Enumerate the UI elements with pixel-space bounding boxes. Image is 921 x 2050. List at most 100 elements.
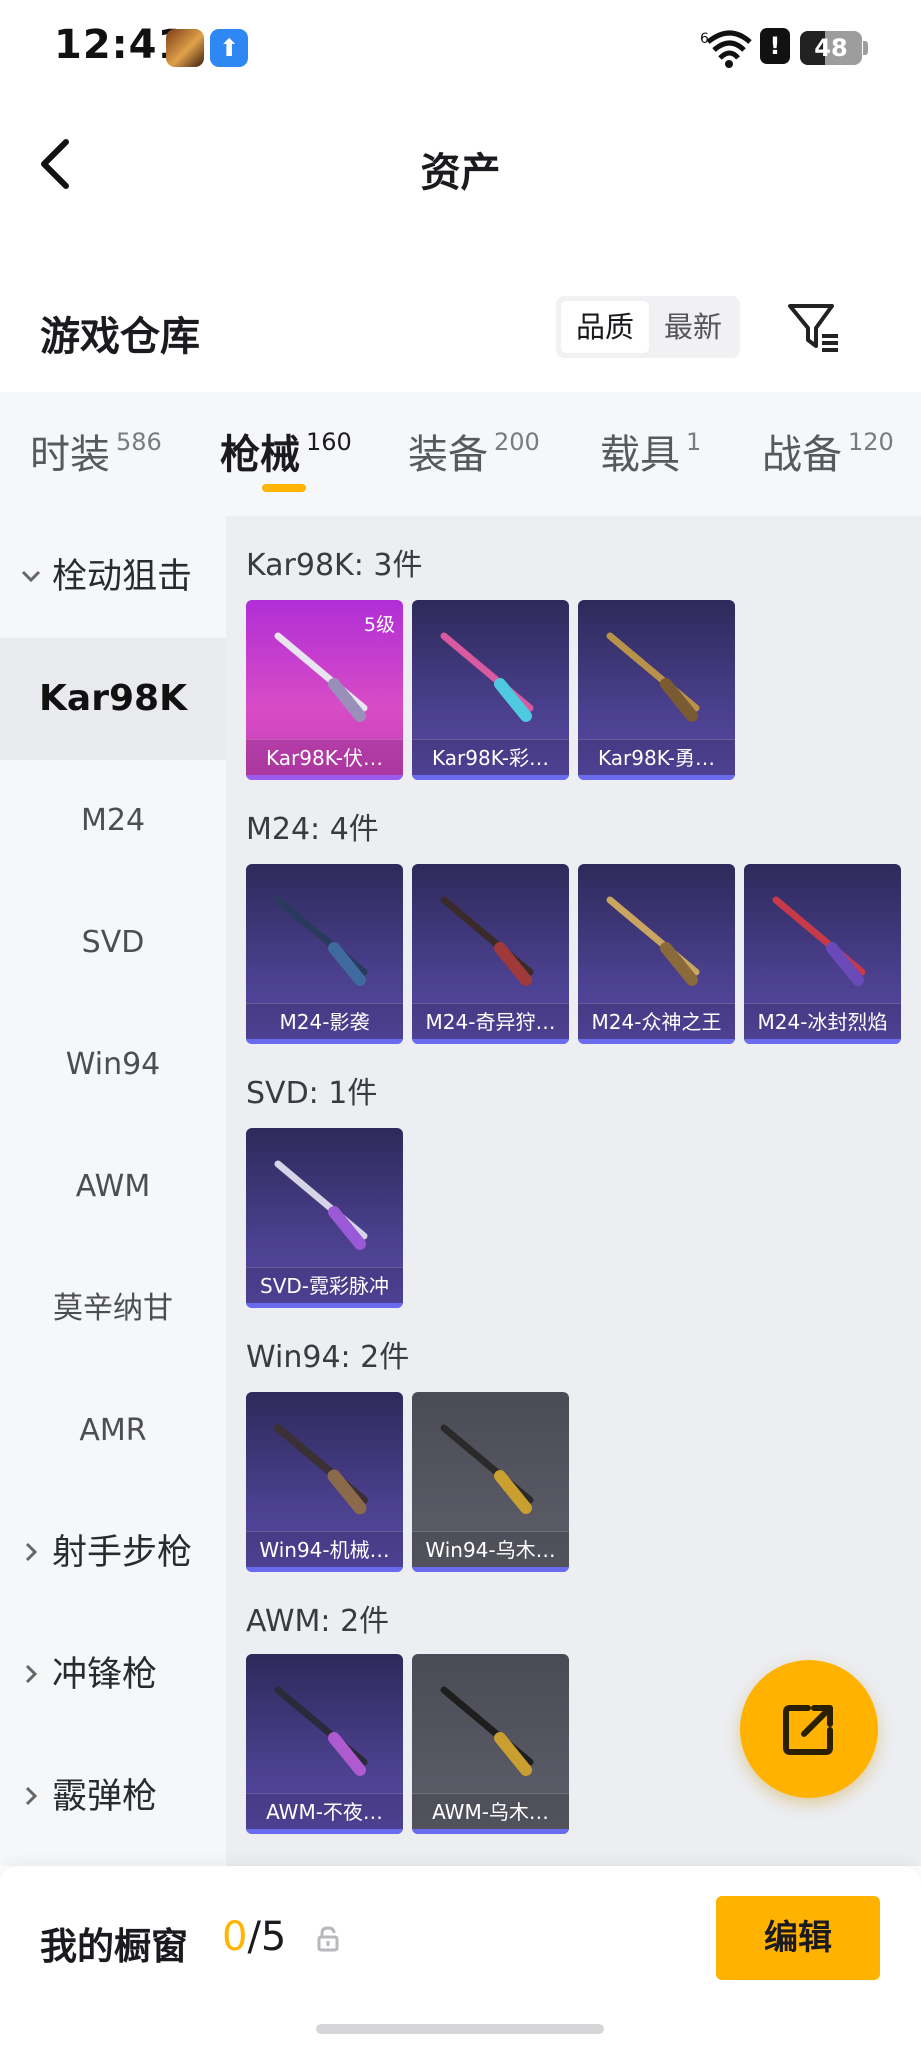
chevron-right-icon [25,1786,38,1806]
weapon-card[interactable]: Win94-乌木… [412,1392,569,1572]
share-button[interactable] [740,1660,878,1798]
rarity-bar [412,775,569,780]
sidebar-item-amr[interactable]: AMR [0,1370,226,1492]
level-badge: 5级 [363,614,395,636]
tab-label: 装备 [408,432,488,478]
status-bar: 12:41 ⬆ 6 ! 48 [0,0,921,95]
weapon-name: Kar98K-彩… [412,739,569,775]
tab-count: 586 [116,428,162,456]
page-title: 资产 [420,150,501,196]
weapon-card[interactable]: M24-冰封烈焰 [744,864,901,1044]
weapon-card[interactable]: Kar98K-彩… [412,600,569,780]
wifi-icon: 6 [700,30,752,68]
weapon-name: Win94-乌木… [412,1531,569,1567]
rifle-icon [274,1160,368,1250]
weapon-card[interactable]: Kar98K-勇… [578,600,735,780]
chevron-right-icon [25,1542,38,1562]
weapon-name: M24-冰封烈焰 [744,1003,901,1039]
battery-nub [863,41,868,55]
edit-button[interactable]: 编辑 [716,1896,880,1980]
rarity-bar [246,1829,403,1834]
category-tabs: 时装 586 枪械 160 装备 200 载具 1 战备 120 [0,392,921,516]
home-indicator[interactable] [316,2024,604,2034]
chevron-down-icon [21,570,41,583]
tab-vehicles[interactable]: 载具 1 [600,422,701,480]
sidebar-item-win94[interactable]: Win94 [0,1004,226,1126]
assets-page: 12:41 ⬆ 6 ! 48 资产 游戏仓库 品质 最新 时装 586 枪械 1… [0,0,921,2050]
weapon-card[interactable]: AWM-乌木… [412,1654,569,1834]
tab-supplies[interactable]: 战备 120 [762,422,894,480]
weapon-name: M24-影袭 [246,1003,403,1039]
weapon-card[interactable]: M24-影袭 [246,864,403,1044]
game-app-icon [166,29,204,67]
rifle-icon [274,896,368,986]
active-tab-indicator [262,484,306,492]
weapon-name: M24-奇异狩… [412,1003,569,1039]
alert-icon: ! [760,28,790,64]
showcase-current: 0 [222,1914,248,1960]
rarity-bar [246,1039,403,1044]
showcase-title: 我的橱窗 [40,1925,188,1968]
rarity-bar [744,1039,901,1044]
tab-fashion[interactable]: 时装 586 [30,422,162,480]
rifle-icon [440,896,534,986]
sidebar-item-svd[interactable]: SVD [0,882,226,1004]
share-icon [783,1705,833,1755]
rarity-bar [246,1567,403,1572]
weapon-name: AWM-乌木… [412,1793,569,1829]
tab-count: 1 [686,428,702,456]
tab-firearms[interactable]: 枪械 160 [220,422,352,480]
rarity-bar [578,775,735,780]
tab-label: 时装 [30,432,110,478]
rarity-bar [578,1039,735,1044]
warehouse-title: 游戏仓库 [40,314,200,360]
weapon-card[interactable]: SVD-霓彩脉冲 [246,1128,403,1308]
sidebar-group-label: 霰弹枪 [52,1777,158,1817]
group-label-svd: SVD: 1件 [246,1076,378,1111]
sidebar-group-smg[interactable]: 冲锋枪 [0,1614,226,1736]
sidebar-group-label: 射手步枪 [52,1533,193,1573]
sort-quality-button[interactable]: 品质 [561,301,649,353]
rifle-icon [274,1424,368,1515]
sidebar-group-bolt-action[interactable]: 栓动狙击 [0,516,226,638]
upload-app-icon: ⬆ [210,29,248,67]
weapon-card[interactable]: M24-奇异狩… [412,864,569,1044]
rifle-icon [440,1424,534,1514]
tab-count: 120 [848,428,894,456]
rifle-icon [274,632,368,722]
weapon-name: Kar98K-伏… [246,739,403,775]
sidebar-item-kar98k[interactable]: Kar98K [0,638,226,760]
sidebar-group-label: 冲锋枪 [52,1655,158,1695]
lock-icon [317,1926,339,1952]
group-label-awm: AWM: 2件 [246,1604,390,1639]
weapon-name: SVD-霓彩脉冲 [246,1267,403,1303]
battery-level: 48 [814,34,848,62]
weapon-card[interactable]: M24-众神之王 [578,864,735,1044]
weapon-card[interactable]: Win94-机械… [246,1392,403,1572]
svg-text:6: 6 [700,31,709,47]
filter-icon[interactable] [786,302,842,354]
group-label-kar98k: Kar98K: 3件 [246,548,423,583]
rifle-icon [606,632,700,722]
rifle-icon [440,1686,534,1776]
tab-label: 载具 [600,432,680,478]
tab-label: 枪械 [220,432,300,478]
weapon-name: M24-众神之王 [578,1003,735,1039]
sort-newest-button[interactable]: 最新 [649,301,737,353]
rifle-icon [274,1686,368,1776]
sidebar-group-dmr[interactable]: 射手步枪 [0,1492,226,1614]
tab-equipment[interactable]: 装备 200 [408,422,540,480]
rifle-icon [772,896,866,986]
weapon-card[interactable]: 5级 Kar98K-伏… [246,600,403,780]
weapon-name: AWM-不夜… [246,1793,403,1829]
weapon-category-sidebar: 栓动狙击 Kar98K M24 SVD Win94 AWM 莫辛纳甘 AMR 射… [0,516,226,1866]
sidebar-group-shotgun[interactable]: 霰弹枪 [0,1736,226,1858]
sidebar-item-mosin[interactable]: 莫辛纳甘 [0,1248,226,1370]
chevron-right-icon [25,1664,38,1684]
weapon-name: Win94-机械… [246,1531,403,1567]
sidebar-item-m24[interactable]: M24 [0,760,226,882]
sidebar-item-awm[interactable]: AWM [0,1126,226,1248]
showcase-count: 0/5 [222,1914,286,1960]
rarity-bar [246,1303,403,1308]
weapon-card[interactable]: AWM-不夜… [246,1654,403,1834]
